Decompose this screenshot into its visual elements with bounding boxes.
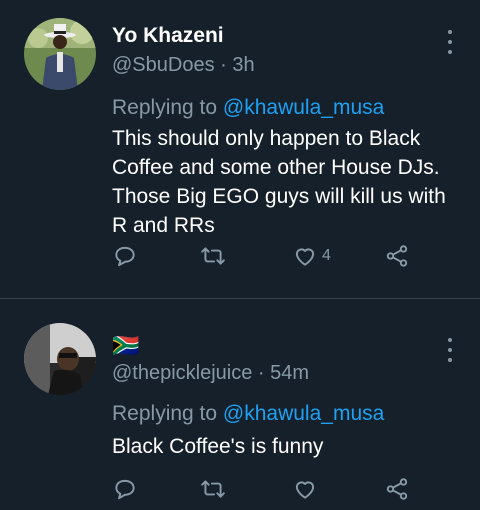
handle-time: @thepicklejuice · 54m [112,362,309,385]
reply-button[interactable] [112,243,138,269]
timestamp[interactable]: 54m [270,362,309,384]
divider [0,298,480,299]
share-icon [386,478,408,500]
reply-icon [115,246,135,267]
retweet-icon [201,480,225,498]
replying-prefix: Replying to [112,402,223,425]
separator: · [252,362,271,384]
share-icon [386,245,408,267]
handle[interactable]: @thepicklejuice [112,362,252,384]
handle[interactable]: @SbuDoes [112,54,215,76]
retweet-button[interactable] [200,243,226,269]
retweet-icon [201,247,225,265]
share-button[interactable] [384,476,410,502]
more-icon[interactable] [440,30,460,54]
flag-icon: 🇿🇦 [112,333,140,358]
retweet-button[interactable] [200,476,226,502]
more-icon[interactable] [440,338,460,362]
replying-to: Replying to @khawula_musa [112,96,384,120]
mention-link[interactable]: @khawula_musa [223,96,384,119]
action-bar [112,476,422,504]
display-name[interactable]: Yo Khazeni [112,24,224,48]
reply-icon [115,479,135,500]
mention-link[interactable]: @khawula_musa [223,402,384,425]
replying-prefix: Replying to [112,96,223,119]
separator: · [214,54,233,76]
like-button[interactable]: 4 [292,243,331,269]
avatar[interactable] [24,323,96,395]
like-count: 4 [322,247,331,264]
like-button[interactable] [292,476,322,502]
reply-button[interactable] [112,476,138,502]
tweet-text: Black Coffee's is funny [112,435,324,458]
tweet-text: This should only happen to Black Coffee … [112,127,446,237]
like-icon [295,481,315,499]
handle-time: @SbuDoes · 3h [112,54,255,77]
tweet[interactable]: Yo Khazeni @SbuDoes · 3h Replying to @kh… [0,0,480,298]
replying-to: Replying to @khawula_musa [112,402,384,426]
share-button[interactable] [384,243,410,269]
avatar[interactable] [24,18,96,90]
like-icon [295,248,315,266]
timestamp[interactable]: 3h [232,54,254,76]
